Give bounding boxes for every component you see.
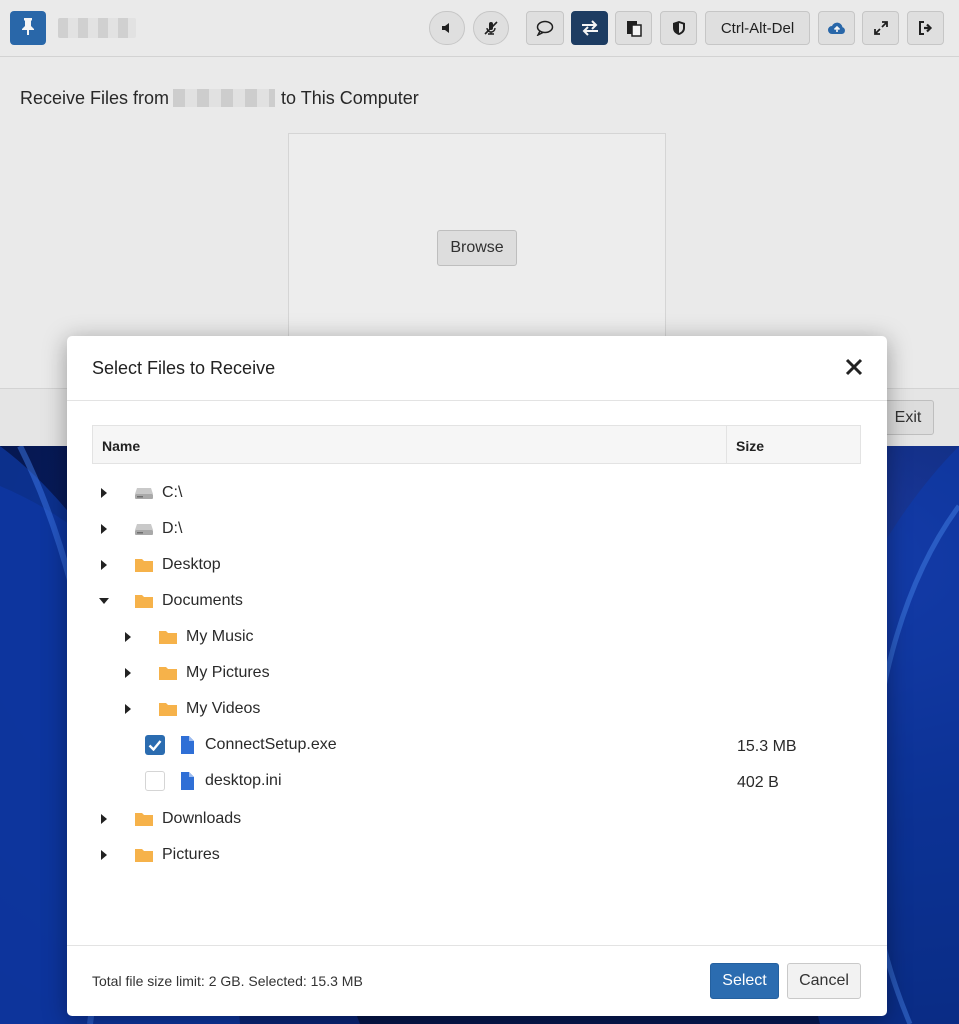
select-files-dialog: Select Files to Receive Name Size C:\ D:…: [67, 336, 887, 1016]
tree-item-label: My Music: [186, 628, 254, 645]
dialog-header: Select Files to Receive: [67, 336, 887, 401]
close-button[interactable]: [839, 354, 869, 384]
folder-icon: [158, 664, 178, 682]
select-button[interactable]: Select: [710, 963, 779, 999]
caret-right-icon[interactable]: [121, 702, 135, 716]
dialog-title: Select Files to Receive: [92, 358, 276, 378]
file-checkbox[interactable]: [145, 771, 165, 791]
file-icon: [177, 736, 197, 754]
file-size: 15.3 MB: [737, 738, 797, 755]
tree-row[interactable]: My Music: [121, 622, 254, 652]
folder-icon: [134, 846, 154, 864]
file-checkbox[interactable]: [145, 735, 165, 755]
tree-row[interactable]: My Pictures: [121, 658, 270, 688]
folder-icon: [158, 700, 178, 718]
column-header-name[interactable]: Name: [102, 438, 140, 454]
tree-item-label: Documents: [162, 592, 243, 609]
tree-item-label: ConnectSetup.exe: [205, 736, 337, 753]
tree-item-label: Desktop: [162, 556, 221, 573]
caret-right-icon[interactable]: [97, 486, 111, 500]
column-header-size[interactable]: Size: [736, 438, 764, 454]
folder-icon: [134, 810, 154, 828]
caret-right-icon[interactable]: [97, 522, 111, 536]
cancel-button[interactable]: Cancel: [787, 963, 861, 999]
table-header: Name Size: [92, 425, 861, 464]
drive-icon: [134, 520, 154, 538]
size-limit-status: Total file size limit: 2 GB. Selected: 1…: [92, 973, 363, 989]
tree-row[interactable]: Pictures: [97, 840, 220, 870]
tree-item-label: Pictures: [162, 846, 220, 863]
tree-row[interactable]: My Videos: [121, 694, 260, 724]
tree-item-label: D:\: [162, 520, 183, 537]
file-size: 402 B: [737, 774, 779, 791]
caret-down-icon[interactable]: [97, 594, 111, 608]
tree-row[interactable]: D:\: [97, 514, 182, 544]
tree-row[interactable]: Documents: [97, 586, 243, 616]
tree-item-label: C:\: [162, 484, 183, 501]
tree-row[interactable]: desktop.ini: [145, 766, 282, 796]
tree-row[interactable]: Downloads: [97, 804, 241, 834]
tree-row[interactable]: C:\: [97, 478, 182, 508]
dialog-footer: Total file size limit: 2 GB. Selected: 1…: [67, 945, 887, 1016]
close-icon: [845, 358, 863, 381]
column-divider: [726, 426, 727, 463]
tree-item-label: My Videos: [186, 700, 261, 717]
tree-row[interactable]: Desktop: [97, 550, 221, 580]
tree-item-label: Downloads: [162, 810, 242, 827]
file-icon: [177, 772, 197, 790]
tree-item-label: My Pictures: [186, 664, 270, 681]
caret-right-icon[interactable]: [97, 558, 111, 572]
tree-item-label: desktop.ini: [205, 772, 282, 789]
caret-right-icon[interactable]: [97, 848, 111, 862]
folder-icon: [134, 592, 154, 610]
folder-icon: [158, 628, 178, 646]
caret-right-icon[interactable]: [97, 812, 111, 826]
folder-icon: [134, 556, 154, 574]
tree-row[interactable]: ConnectSetup.exe: [145, 730, 337, 760]
caret-right-icon[interactable]: [121, 630, 135, 644]
drive-icon: [134, 484, 154, 502]
caret-right-icon[interactable]: [121, 666, 135, 680]
